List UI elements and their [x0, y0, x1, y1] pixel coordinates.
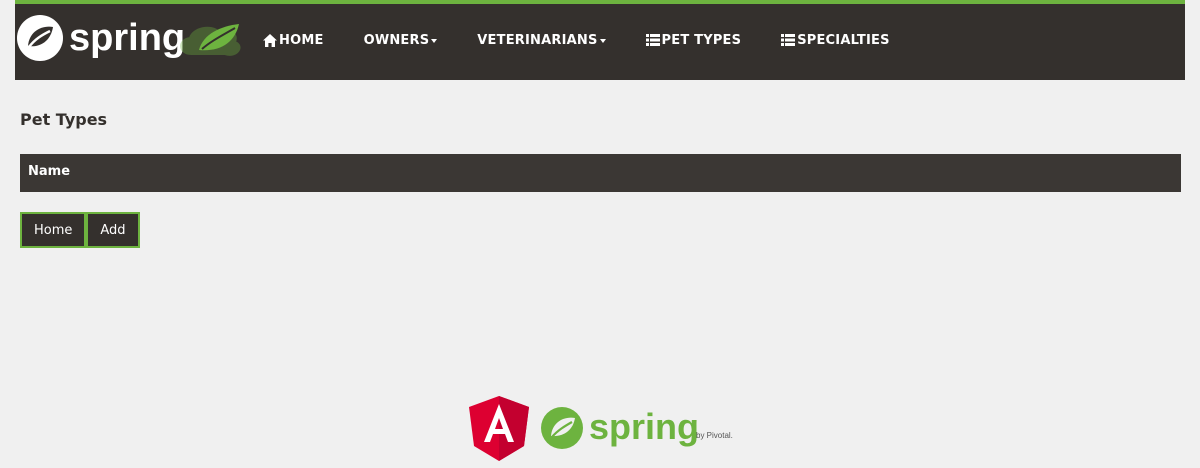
nav-owners-label: OWNERS: [363, 32, 430, 48]
list-icon: [645, 34, 660, 46]
navbar: spring HOME OWNERS VETERINARIANS PET TYP…: [15, 0, 1185, 80]
spring-logo[interactable]: spring: [15, 10, 245, 66]
page-title: Pet Types: [20, 110, 108, 129]
nav-home[interactable]: HOME: [263, 2, 344, 78]
button-group: Home Add: [20, 212, 140, 248]
nav-veterinarians-label: VETERINARIANS: [477, 32, 598, 48]
footer-spring-text: spring: [589, 406, 699, 447]
caret-down-icon: [599, 38, 606, 43]
angular-logo: [469, 396, 529, 461]
nav-pet-types[interactable]: PET TYPES: [645, 2, 762, 78]
spring-footer-logo: spring by Pivotal.: [541, 406, 733, 449]
nav-pet-types-label: PET TYPES: [661, 32, 742, 48]
nav-owners-dropdown[interactable]: OWNERS: [364, 2, 458, 78]
add-button[interactable]: Add: [86, 212, 140, 248]
nav-veterinarians-dropdown[interactable]: VETERINARIANS: [477, 2, 625, 78]
nav-specialties-label: SPECIALTIES: [797, 32, 890, 48]
home-icon: [263, 33, 277, 47]
spring-logo-text: spring: [69, 17, 185, 59]
nav-home-label: HOME: [279, 32, 324, 48]
footer-logos: spring by Pivotal.: [469, 396, 749, 464]
pet-types-table: Name: [20, 154, 1181, 192]
home-button[interactable]: Home: [20, 212, 87, 248]
nav-specialties[interactable]: SPECIALTIES: [781, 2, 910, 78]
list-icon: [781, 34, 796, 46]
footer-pivotal-text: by Pivotal.: [696, 431, 733, 440]
caret-down-icon: [431, 38, 438, 43]
main-nav: HOME OWNERS VETERINARIANS PET TYPES SPEC…: [263, 4, 930, 80]
table-header-name: Name: [28, 164, 71, 179]
